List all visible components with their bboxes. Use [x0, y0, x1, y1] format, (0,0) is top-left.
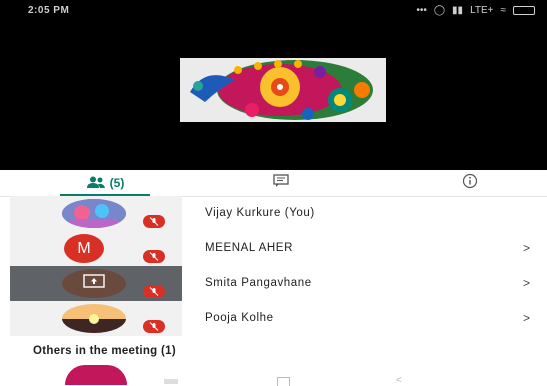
video-stage[interactable] — [0, 0, 547, 170]
info-icon — [462, 173, 478, 194]
avatar — [62, 269, 126, 298]
participant-name: Smita Pangavhane — [205, 277, 312, 289]
avatar: M — [64, 234, 104, 263]
mic-off-icon — [143, 320, 165, 333]
tab-bar: (5) — [0, 170, 547, 197]
status-time: 2:05 PM — [28, 5, 70, 16]
system-nav-bar: < — [0, 375, 547, 386]
battery-icon — [513, 6, 535, 15]
avatar — [62, 304, 126, 333]
others-heading: Others in the meeting (1) — [33, 345, 176, 357]
avatar-cell — [10, 266, 182, 301]
participant-count: (5) — [109, 176, 125, 190]
participant-row[interactable]: M MEENAL AHER > — [10, 231, 547, 266]
avatar-initial: M — [77, 239, 91, 257]
avatar — [62, 199, 126, 228]
participant-row[interactable]: Smita Pangavhane > — [10, 266, 547, 301]
chevron-right-icon[interactable]: > — [523, 241, 530, 255]
participant-row[interactable]: Vijay Kurkure (You) — [10, 196, 547, 231]
mic-off-icon — [143, 215, 165, 228]
mic-off-icon — [143, 250, 165, 263]
back-button[interactable]: < — [396, 375, 402, 386]
tab-info[interactable] — [455, 170, 485, 196]
avatar-cell — [10, 196, 182, 231]
present-screen-icon — [83, 274, 105, 293]
people-icon — [86, 176, 106, 191]
signal-icon: ▮▮ — [452, 5, 464, 16]
participant-name: Pooja Kolhe — [205, 312, 274, 324]
tab-chat[interactable] — [266, 170, 296, 196]
alarm-icon: ◯ — [433, 5, 446, 16]
avatar-cell: M — [10, 231, 182, 266]
participant-row[interactable]: Pooja Kolhe > — [10, 301, 547, 336]
avatar-cell — [10, 301, 182, 336]
status-icons: ••• ◯ ▮▮ LTE+ ≈ — [416, 5, 535, 16]
network-label: LTE+ — [470, 5, 494, 16]
mic-off-icon — [143, 285, 165, 298]
wifi-icon: ≈ — [500, 5, 507, 16]
tab-people[interactable]: (5) — [60, 170, 150, 197]
chevron-right-icon[interactable]: > — [523, 311, 530, 325]
recents-button[interactable] — [164, 379, 178, 384]
shared-video-thumbnail — [180, 58, 386, 122]
status-bar: 2:05 PM ••• ◯ ▮▮ LTE+ ≈ — [0, 0, 547, 22]
dots-icon: ••• — [416, 5, 427, 16]
participant-name: Vijay Kurkure (You) — [205, 207, 315, 219]
participant-name: MEENAL AHER — [205, 242, 293, 254]
chat-icon — [273, 174, 289, 192]
chevron-right-icon[interactable]: > — [523, 276, 530, 290]
